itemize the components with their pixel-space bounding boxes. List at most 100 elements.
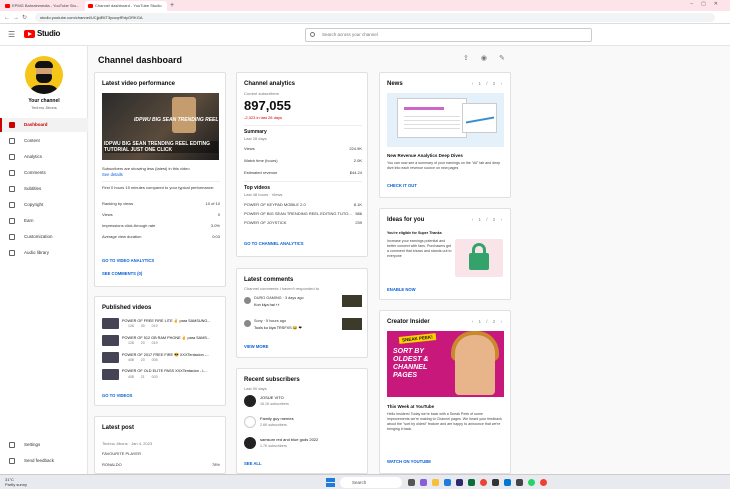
window-controls[interactable]: –▢✕ (690, 1, 726, 7)
photoshop-icon[interactable] (456, 479, 463, 486)
see-all-link[interactable]: SEE ALL (244, 461, 262, 466)
sidebar-item-customization[interactable]: Customization (0, 230, 88, 244)
studio-logo-text[interactable]: Studio (37, 29, 60, 38)
top-videos-range: Last 48 hours · Views (244, 192, 283, 197)
creator-insider-card: Creator Insider ‹ 1 / 2 › SNEAK PEEK! SO… (379, 310, 511, 474)
app-icon[interactable] (492, 479, 499, 486)
upload-icon[interactable]: ⇪ (463, 55, 481, 62)
app-icon[interactable] (516, 479, 523, 486)
view-more-link[interactable]: VIEW MORE (244, 344, 268, 349)
subscriber-item[interactable]: Family guy memes 2.6K subscribers (244, 414, 362, 434)
see-comments-link[interactable]: SEE COMMENTS (0) (102, 271, 142, 276)
file-explorer-icon[interactable] (432, 479, 439, 486)
go-to-channel-analytics-link[interactable]: GO TO CHANNEL ANALYTICS (244, 241, 304, 246)
video-thumbnail (102, 335, 119, 346)
subtitles-icon (9, 186, 15, 192)
app-icon[interactable] (504, 479, 511, 486)
metric-row: Impressions click-through rate 3.0% (102, 223, 220, 228)
published-videos-card: Published videos POWER OF FREE FIRE LITE… (94, 296, 226, 406)
insider-body: Hello Insiders! Today we're back with a … (387, 412, 502, 431)
youtube-logo-icon[interactable] (24, 30, 35, 38)
metric-row: Average view duration 0:03 (102, 234, 220, 239)
dashboard-icon (9, 122, 15, 128)
settings-icon (9, 442, 15, 448)
channel-analytics-card: Channel analytics Current subscribers 89… (236, 72, 368, 257)
metric-row: Views 224.9K (244, 146, 362, 151)
video-thumbnail (102, 318, 119, 329)
card-title: Latest video performance (102, 81, 176, 87)
news-pager[interactable]: ‹ 1 / 2 › (472, 81, 504, 86)
subscribers-label: Current subscribers (244, 91, 279, 96)
list-item[interactable]: POWER OF 2017 FREE FIRE 😎 XXXTentacion -… (102, 351, 222, 365)
avatar (244, 395, 256, 407)
go-to-videos-link[interactable]: GO TO VIDEOS (102, 393, 132, 398)
search-input[interactable]: Search across your channel (305, 28, 592, 42)
sidebar-item-copyright[interactable]: Copyright (0, 198, 88, 212)
header-action-icons[interactable]: ⇪◉✎ (463, 54, 517, 62)
subscriber-item[interactable]: JOSUE VITO 16.1K subscribers (244, 393, 362, 413)
sidebar-item-subtitles[interactable]: Subtitles (0, 182, 88, 196)
list-item[interactable]: POWER OF OLD ELITE PASS XXXTentacion - L… (102, 368, 222, 382)
subscriber-change: -2,323 in last 28 days (244, 115, 283, 120)
nav-buttons[interactable]: ←→↻ (4, 14, 30, 21)
top-video-row[interactable]: POWER OF KEYPAD MOBILE 2.0 8.1K (244, 202, 362, 207)
sidebar-item-audio-library[interactable]: Audio library (0, 246, 88, 260)
card-title: Recent subscribers (244, 377, 300, 383)
ideas-pager[interactable]: ‹ 1 / 2 › (472, 217, 504, 222)
your-channel-label: Your channel (28, 98, 60, 104)
sneak-peek-badge: SNEAK PEEK! (398, 333, 437, 344)
sidebar-item-comments[interactable]: Comments (0, 166, 88, 180)
sidebar-item-dashboard[interactable]: Dashboard (0, 118, 88, 132)
edge-icon[interactable] (444, 479, 451, 486)
thumbnail-text: IDPWU BIG SEAN TRENDING REEL (134, 117, 219, 123)
copyright-icon (9, 202, 15, 208)
top-video-row[interactable]: POWER OF BIG SEAN TRENDING REEL EDITING … (244, 211, 362, 216)
latest-comments-card: Latest comments Channel comments I haven… (236, 268, 368, 358)
insider-thumbnail[interactable]: SNEAK PEEK! SORT BY OLDEST & CHANNEL PAG… (387, 331, 504, 397)
chrome-icon[interactable] (540, 479, 547, 486)
tab-title: EPMG Bahrainmedia - YouTube Stu... (12, 3, 80, 8)
menu-icon[interactable]: ☰ (8, 30, 15, 39)
comments-icon (9, 170, 15, 176)
watch-on-youtube-link[interactable]: WATCH ON YOUTUBE (387, 459, 431, 464)
sidebar-item-send-feedback[interactable]: Send feedback (0, 454, 88, 468)
insider-pager[interactable]: ‹ 1 / 2 › (472, 319, 504, 324)
url-field[interactable]: studio.youtube.com/channel/UCjjdEtlT3yco… (35, 13, 715, 22)
comment-item[interactable]: DURO GAMING · 3 days ago Kon kiya hai 👀 (244, 295, 362, 315)
sidebar-item-analytics[interactable]: Analytics (0, 150, 88, 164)
channel-name: Techno Jibons (31, 105, 57, 110)
chrome-icon[interactable] (480, 479, 487, 486)
chat-icon[interactable] (420, 479, 427, 486)
list-item[interactable]: POWER OF FREE FIRE LITE ✌ para SAMSUNG..… (102, 317, 222, 331)
video-thumbnail (102, 352, 119, 363)
app-icon[interactable] (468, 479, 475, 486)
channel-avatar[interactable] (25, 56, 63, 94)
taskview-icon[interactable] (408, 479, 415, 486)
edit-icon[interactable]: ✎ (499, 55, 517, 62)
sidebar-item-earn[interactable]: Earn (0, 214, 88, 228)
enable-now-link[interactable]: ENABLE NOW (387, 287, 416, 292)
video-thumbnail[interactable]: IDPWU BIG SEAN TRENDING REEL IDPWU BIG S… (102, 93, 219, 160)
weather-widget[interactable]: 31°C Partly sunny (5, 477, 27, 487)
sidebar-item-settings[interactable]: Settings (0, 438, 88, 452)
sidebar-item-content[interactable]: Content (0, 134, 88, 148)
live-icon[interactable]: ◉ (481, 55, 499, 62)
windows-start-icon[interactable] (326, 478, 335, 487)
list-item[interactable]: POWER OF 512 GB RAM PHONE ✌ para SAMS...… (102, 334, 222, 348)
feedback-icon (9, 458, 15, 464)
subscriber-item[interactable]: samsum red and blue gods 2022 1.7K subscr… (244, 435, 362, 455)
taskbar-search[interactable]: Search (340, 477, 402, 488)
metric-row: Watch time (hours) 2.0K (244, 158, 362, 163)
comment-item[interactable]: Sony · 5 hours ago Tools ko kiya TRSFXS 😂… (244, 318, 362, 338)
check-it-out-link[interactable]: CHECK IT OUT (387, 183, 417, 188)
poll-row: RONALDO 78% (102, 462, 220, 467)
subscriber-count: 897,055 (244, 98, 291, 113)
see-details-link[interactable]: See details (102, 172, 123, 177)
new-tab-button[interactable]: + (170, 1, 174, 10)
top-video-row[interactable]: POWER OF JOYSTICK 239 (244, 220, 362, 225)
go-to-video-analytics-link[interactable]: GO TO VIDEO ANALYTICS (102, 258, 154, 263)
whatsapp-icon[interactable] (528, 479, 535, 486)
browser-tab[interactable]: EPMG Bahrainmedia - YouTube Stu... (2, 1, 84, 11)
windows-taskbar: 31°C Partly sunny Search (0, 474, 730, 489)
browser-tab-active[interactable]: Channel dashboard - YouTube Studio (85, 1, 167, 11)
